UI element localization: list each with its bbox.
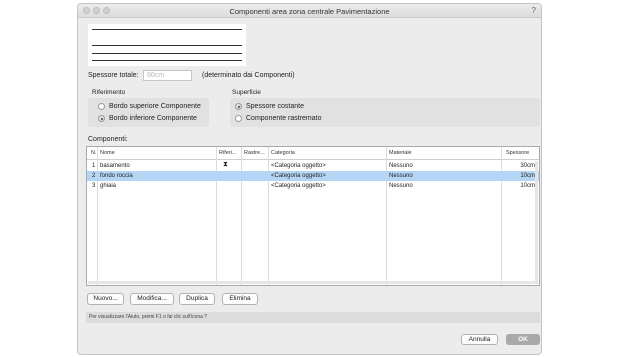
table-row-selected[interactable]: 2 fondo roccia <Categoria oggetto> Nessu…	[87, 171, 539, 181]
total-thickness-label: Spessore totale:	[88, 72, 139, 79]
table-row[interactable]: 3 ghiaia <Categoria oggetto> Nessuno 10c…	[87, 181, 539, 191]
title-bar: Componenti area zona centrale Pavimentaz…	[78, 4, 541, 18]
preview-line-1	[92, 29, 242, 30]
reference-group-label: Riferimento	[92, 89, 126, 96]
column-header-material[interactable]: Materiale	[389, 150, 412, 156]
row-number: 2	[92, 172, 96, 179]
duplicate-button[interactable]: Duplica	[179, 293, 215, 305]
help-status-text: Per visualizzare l'Aiuto, premi F1 o fai…	[86, 312, 540, 323]
components-preview	[88, 24, 246, 66]
table-header: N. Nome Riferi... Rastre... Categoria Ma…	[87, 147, 539, 160]
cancel-button[interactable]: Annulla	[461, 334, 498, 345]
row-thickness: 30cm	[520, 162, 535, 169]
column-header-reference[interactable]: Riferi...	[219, 150, 236, 156]
row-name: fondo roccia	[100, 172, 133, 179]
total-thickness-note: (determinato dai Componenti)	[202, 72, 295, 79]
row-category: <Categoria oggetto>	[271, 182, 326, 189]
ok-button[interactable]: OK	[506, 334, 540, 345]
reference-group: Bordo superiore Componente Bordo inferio…	[88, 98, 209, 127]
reference-bottom-radio[interactable]	[98, 115, 105, 122]
help-icon[interactable]: ?	[532, 6, 536, 15]
components-table[interactable]: N. Nome Riferi... Rastre... Categoria Ma…	[86, 146, 540, 286]
column-header-n[interactable]: N.	[91, 150, 97, 156]
table-row[interactable]: 1 basamento ⧗ <Categoria oggetto> Nessun…	[87, 161, 539, 171]
row-number: 3	[92, 182, 96, 189]
surface-constant-radio[interactable]	[235, 103, 242, 110]
dialog-window: Componenti area zona centrale Pavimentaz…	[77, 3, 542, 355]
row-category: <Categoria oggetto>	[271, 162, 326, 169]
total-thickness-field[interactable]: 80cm	[143, 70, 192, 81]
reference-bottom-label: Bordo inferiore Componente	[109, 115, 197, 122]
row-name: ghiaia	[100, 182, 117, 189]
preview-line-4	[92, 60, 242, 61]
column-header-tapered[interactable]: Rastre...	[244, 150, 265, 156]
surface-constant-label: Spessore costante	[246, 103, 304, 110]
row-number: 1	[92, 162, 96, 169]
window-title: Componenti area zona centrale Pavimentaz…	[229, 7, 390, 16]
reference-marker-icon: ⧗	[223, 161, 228, 168]
modify-button[interactable]: Modifica...	[130, 293, 174, 305]
reference-top-radio[interactable]	[98, 103, 105, 110]
surface-tapered-label: Componente rastremato	[246, 115, 322, 122]
row-name: basamento	[100, 162, 130, 169]
surface-group: Spessore costante Componente rastremato	[230, 98, 540, 127]
components-label: Componenti:	[88, 136, 128, 143]
column-header-category[interactable]: Categoria	[271, 150, 295, 156]
delete-button[interactable]: Elimina	[222, 293, 258, 305]
new-button[interactable]: Nuovo...	[87, 293, 124, 305]
row-material: Nessuno	[389, 182, 413, 189]
row-thickness: 10cm	[520, 182, 535, 189]
column-header-name[interactable]: Nome	[100, 150, 115, 156]
surface-group-label: Superficie	[232, 89, 261, 96]
preview-line-2	[92, 45, 242, 46]
preview-line-3	[92, 53, 242, 54]
row-material: Nessuno	[389, 162, 413, 169]
horizontal-scrollbar[interactable]	[88, 281, 538, 284]
reference-top-label: Bordo superiore Componente	[109, 103, 201, 110]
column-header-thickness[interactable]: Spessore	[506, 150, 529, 156]
row-category: <Categoria oggetto>	[271, 172, 326, 179]
vertical-scrollbar[interactable]	[535, 161, 538, 283]
row-material: Nessuno	[389, 172, 413, 179]
surface-tapered-radio[interactable]	[235, 115, 242, 122]
row-thickness: 10cm	[520, 172, 535, 179]
